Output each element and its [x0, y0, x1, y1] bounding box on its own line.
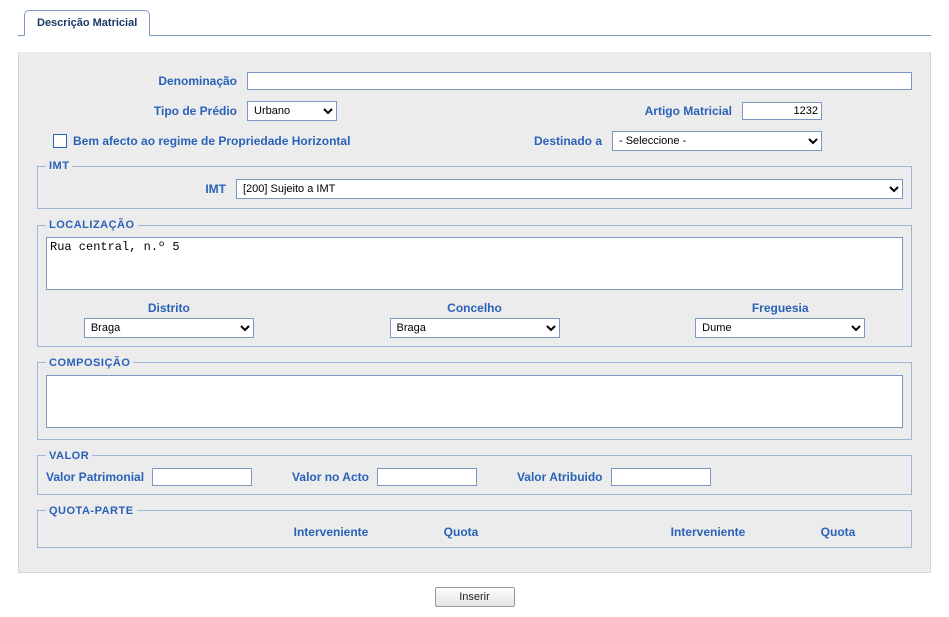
label-artigo-matricial: Artigo Matricial: [457, 104, 742, 118]
textarea-localizacao[interactable]: Rua central, n.º 5: [46, 237, 903, 290]
label-valor-patrimonial: Valor Patrimonial: [46, 470, 152, 484]
label-destinado-a: Destinado a: [502, 134, 612, 148]
input-valor-patrimonial[interactable]: [152, 468, 252, 486]
fieldset-valor: VALOR Valor Patrimonial Valor no Acto Va…: [37, 450, 912, 495]
select-imt[interactable]: [200] Sujeito a IMT: [236, 179, 903, 199]
checkbox-bem-afecto[interactable]: [53, 134, 67, 148]
label-imt: IMT: [46, 182, 236, 196]
label-tipo-predio: Tipo de Prédio: [37, 104, 247, 118]
input-valor-no-acto[interactable]: [377, 468, 477, 486]
header-interveniente-1: Interveniente: [266, 525, 406, 539]
fieldset-quota-parte: QUOTA-PARTE Interveniente Quota Interven…: [37, 505, 912, 548]
legend-quota-parte: QUOTA-PARTE: [46, 505, 137, 517]
label-concelho: Concelho: [447, 301, 502, 318]
select-destinado-a[interactable]: - Seleccione -: [612, 131, 822, 151]
form-panel: Denominação Tipo de Prédio Urbano Artigo…: [18, 52, 931, 573]
label-valor-no-acto: Valor no Acto: [292, 470, 377, 484]
header-quota-1: Quota: [406, 525, 526, 539]
legend-composicao: COMPOSIÇÃO: [46, 357, 133, 369]
input-valor-atribuido[interactable]: [611, 468, 711, 486]
textarea-composicao[interactable]: [46, 375, 903, 428]
select-tipo-predio[interactable]: Urbano: [247, 101, 337, 121]
fieldset-imt: IMT IMT [200] Sujeito a IMT: [37, 160, 912, 209]
label-valor-atribuido: Valor Atribuido: [517, 470, 611, 484]
label-bem-afecto: Bem afecto ao regime de Propriedade Hori…: [73, 134, 350, 148]
legend-imt: IMT: [46, 160, 72, 172]
input-artigo-matricial[interactable]: [742, 102, 822, 120]
select-freguesia[interactable]: Dume: [695, 318, 865, 338]
select-concelho[interactable]: Braga: [390, 318, 560, 338]
header-interveniente-2: Interveniente: [643, 525, 783, 539]
tab-descricao-matricial[interactable]: Descrição Matricial: [24, 10, 150, 36]
input-denominacao[interactable]: [247, 72, 912, 90]
label-distrito: Distrito: [148, 301, 190, 318]
header-quota-2: Quota: [783, 525, 903, 539]
label-denominacao: Denominação: [37, 74, 247, 88]
legend-valor: VALOR: [46, 450, 92, 462]
select-distrito[interactable]: Braga: [84, 318, 254, 338]
label-freguesia: Freguesia: [752, 301, 809, 318]
legend-localizacao: LOCALIZAÇÃO: [46, 219, 138, 231]
fieldset-composicao: COMPOSIÇÃO: [37, 357, 912, 440]
button-inserir[interactable]: Inserir: [435, 587, 515, 607]
tab-label: Descrição Matricial: [37, 17, 137, 29]
fieldset-localizacao: LOCALIZAÇÃO Rua central, n.º 5 Distrito …: [37, 219, 912, 347]
